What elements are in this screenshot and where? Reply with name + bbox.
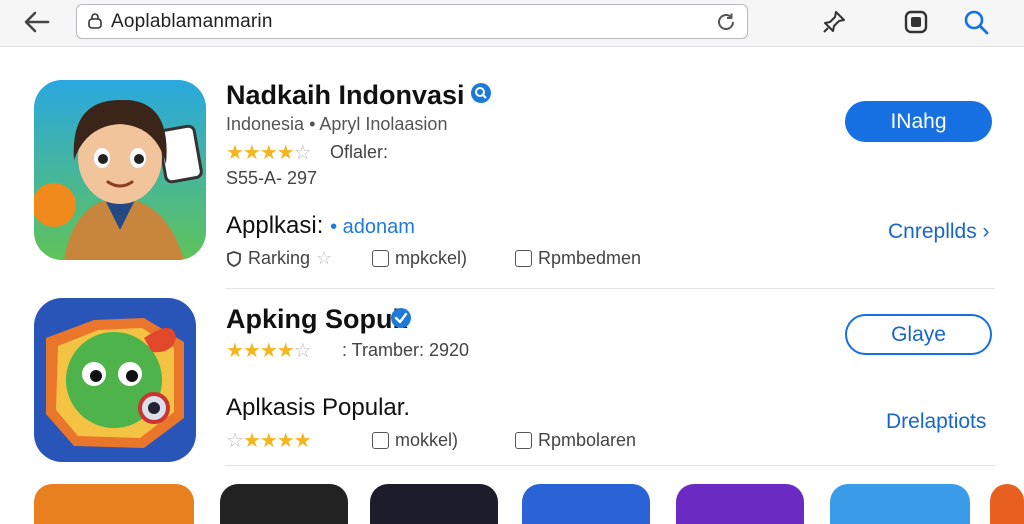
section-label: Applkasi: (226, 212, 324, 239)
green-creature-icon (34, 298, 196, 462)
divider (225, 465, 995, 466)
feature-label: Rarking (248, 248, 311, 268)
checkbox-icon (515, 432, 532, 449)
app-icon-thumb[interactable] (220, 484, 348, 524)
star-rating: ★★★★☆ (226, 340, 312, 362)
section-heading: Aplkasis Popular. (226, 394, 411, 421)
reload-icon[interactable] (715, 11, 737, 33)
address-bar[interactable]: Aoplablamanmarin (76, 4, 748, 39)
star-rating-row: ☆★★★★ (226, 430, 312, 452)
section-heading: Applkasi: • adonam (226, 212, 415, 240)
feature-label: Rpmbedmen (538, 248, 642, 268)
lock-icon (88, 13, 102, 29)
app-icon-1[interactable] (34, 80, 206, 260)
feature-item: mokkel) (372, 430, 458, 451)
star-outline-icon: ☆ (316, 248, 333, 268)
verified-check-icon (391, 308, 411, 328)
pin-icon[interactable] (820, 8, 848, 36)
verified-badge-icon (471, 83, 491, 103)
open-button[interactable]: Glaye (845, 314, 992, 355)
address-text: Aoplablamanmarin (111, 11, 273, 32)
feature-item: Rpmbolaren (515, 430, 636, 451)
app-icon-thumb[interactable] (990, 484, 1024, 524)
feature-label: Rpmbolaren (538, 430, 637, 450)
feature-item: Rpmbedmen (515, 248, 641, 269)
app-icon-thumb[interactable] (830, 484, 970, 524)
more-link[interactable]: Cnrepllds › (888, 220, 990, 244)
app-icon-thumb[interactable] (676, 484, 804, 524)
back-arrow-icon[interactable] (22, 8, 52, 36)
feature-item: mpkckel) (372, 248, 467, 269)
app-meta: S55-A- 297 (226, 168, 318, 188)
app-icon-thumb[interactable] (370, 484, 498, 524)
shield-icon (227, 250, 241, 267)
rating-text: Oflaler: (330, 142, 389, 162)
star-rating: ★★★★☆ (226, 142, 312, 164)
install-button[interactable]: INahg (845, 101, 992, 142)
feature-ranking: Rarking ☆ (226, 248, 332, 269)
browser-toolbar: Aoplablamanmarin (0, 0, 1024, 47)
search-icon[interactable] (962, 8, 990, 36)
feature-label: mpkckel) (395, 248, 468, 268)
app-title[interactable]: Nadkaih Indonvasi (226, 80, 465, 111)
app-icon-thumb[interactable] (34, 484, 194, 524)
checkbox-icon (515, 250, 532, 267)
app-subtitle: Indonesia • Apryl Inolaasion (226, 114, 448, 134)
app-title[interactable]: Apking Sopuk (226, 304, 408, 335)
divider (225, 288, 995, 289)
checkbox-icon (372, 250, 389, 267)
cartoon-boy-icon (34, 80, 206, 260)
checkbox-icon (372, 432, 389, 449)
app-icon-2[interactable] (34, 298, 196, 462)
section-tag[interactable]: • adonam (330, 216, 415, 238)
more-link[interactable]: Drelaptiots (886, 410, 986, 434)
tabs-icon[interactable] (902, 8, 930, 36)
rating-text: : Tramber: 2920 (342, 340, 470, 360)
app-icon-thumb[interactable] (522, 484, 650, 524)
feature-label: mokkel) (395, 430, 459, 450)
